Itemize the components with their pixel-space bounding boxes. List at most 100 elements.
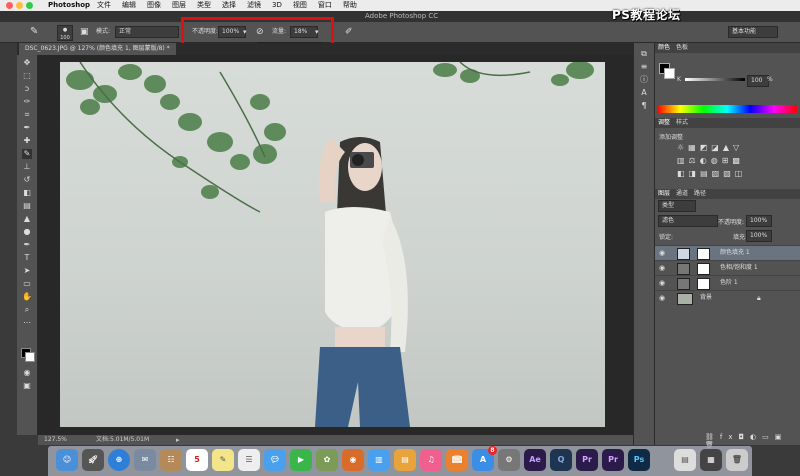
type-tool-icon[interactable]: T: [22, 253, 32, 263]
color-spectrum-bar[interactable]: [657, 105, 797, 113]
color-bg-swatch[interactable]: [664, 68, 675, 79]
mail-icon[interactable]: ✉: [134, 449, 156, 471]
layer-mask-thumbnail[interactable]: [697, 278, 710, 290]
photos-app-icon[interactable]: ✿: [316, 449, 338, 471]
quick-select-tool-icon[interactable]: ✑: [22, 97, 32, 107]
info-panel-icon[interactable]: ⓘ: [639, 75, 649, 85]
layer-opacity-input[interactable]: 100%: [746, 215, 772, 227]
after-effects-icon[interactable]: Ae: [524, 449, 546, 471]
status-menu-arrow-icon[interactable]: ▸: [176, 435, 180, 445]
tab-layers[interactable]: 图层: [658, 190, 670, 197]
downloads-stack-icon[interactable]: ▦: [700, 449, 722, 471]
character-panel-icon[interactable]: A: [639, 88, 649, 98]
zoom-tool-icon[interactable]: ⌕: [22, 305, 32, 315]
dodge-tool-icon[interactable]: ●: [22, 227, 32, 237]
itunes-icon[interactable]: ♫: [420, 449, 442, 471]
hand-tool-icon[interactable]: ✋: [22, 292, 32, 302]
document-canvas-photo[interactable]: [60, 62, 605, 427]
reminders-icon[interactable]: ☰: [238, 449, 260, 471]
adjustment-icons-row-2[interactable]: ▥⚖◐◍⊞▩: [677, 156, 744, 165]
app-menu[interactable]: Photoshop: [48, 0, 90, 11]
system-preferences-icon[interactable]: ⚙: [498, 449, 520, 471]
eraser-tool-icon[interactable]: ◧: [22, 188, 32, 198]
healing-tool-icon[interactable]: ✚: [22, 136, 32, 146]
layer-mask-thumbnail[interactable]: [697, 263, 710, 275]
menu-view[interactable]: 视图: [293, 1, 307, 9]
menu-layer[interactable]: 图层: [172, 1, 186, 9]
layer-mask-thumbnail[interactable]: [697, 248, 710, 260]
adjustment-icons-row-3[interactable]: ◧◨▤▧▨◫: [677, 169, 746, 178]
history-brush-icon[interactable]: ↺: [22, 175, 32, 185]
documents-folder-icon[interactable]: ▤: [674, 449, 696, 471]
marquee-tool-icon[interactable]: ⬚: [22, 71, 32, 81]
calendar-icon[interactable]: 5: [186, 449, 208, 471]
background-color-swatch[interactable]: [25, 352, 35, 362]
layer-row[interactable]: ◉ 色阶 1: [655, 275, 800, 290]
premiere-icon[interactable]: Pr: [576, 449, 598, 471]
lasso-tool-icon[interactable]: ↄ: [22, 84, 32, 94]
premiere-2-icon[interactable]: Pr: [602, 449, 624, 471]
brush-preset-picker[interactable]: ● 100: [57, 25, 73, 41]
brush-panel-icon[interactable]: ▣: [80, 22, 89, 42]
tab-paths[interactable]: 路径: [694, 190, 706, 197]
blend-mode-select[interactable]: 滤色: [658, 215, 718, 227]
brush-tool-icon[interactable]: ✎: [30, 22, 38, 42]
brush-tool-icon[interactable]: ✎: [22, 149, 32, 159]
workspace-select[interactable]: 基本功能: [728, 26, 778, 38]
visibility-eye-icon[interactable]: ◉: [659, 261, 665, 275]
safari-icon[interactable]: ⊕: [108, 449, 130, 471]
properties-panel-icon[interactable]: ≡: [639, 62, 649, 72]
numbers-icon[interactable]: ▥: [368, 449, 390, 471]
finder-icon[interactable]: ☺: [56, 449, 78, 471]
zoom-window-button[interactable]: [26, 2, 33, 9]
menu-help[interactable]: 帮助: [343, 1, 357, 9]
menu-select[interactable]: 选择: [222, 1, 236, 9]
document-tab[interactable]: DSC_0623.JPG @ 127% (颜色填充 1, 图层蒙版/8) *: [19, 43, 176, 55]
layer-row[interactable]: ◉ 色相/饱和度 1: [655, 260, 800, 275]
tab-swatches[interactable]: 色板: [676, 44, 688, 51]
menu-window[interactable]: 窗口: [318, 1, 332, 9]
trash-icon[interactable]: 🗑︎: [726, 449, 748, 471]
visibility-eye-icon[interactable]: ◉: [659, 246, 665, 260]
facetime-icon[interactable]: ▶: [290, 449, 312, 471]
k-slider[interactable]: [685, 78, 745, 81]
document-size[interactable]: 文档:5.01M/5.01M: [96, 435, 149, 445]
airbrush-icon[interactable]: ✐: [345, 22, 353, 42]
edit-toolbar-icon[interactable]: ⋯: [22, 318, 32, 328]
gradient-tool-icon[interactable]: ▤: [22, 201, 32, 211]
tab-color[interactable]: 颜色: [658, 44, 670, 51]
menu-file[interactable]: 文件: [97, 1, 111, 9]
move-tool-icon[interactable]: ✥: [22, 58, 32, 68]
pen-tool-icon[interactable]: ✒: [22, 240, 32, 250]
launchpad-icon[interactable]: 🚀︎: [82, 449, 104, 471]
ibooks-icon[interactable]: 📖︎: [446, 449, 468, 471]
stamp-tool-icon[interactable]: ⊥: [22, 162, 32, 172]
k-value-input[interactable]: 100: [747, 75, 769, 87]
contacts-icon[interactable]: ☷: [160, 449, 182, 471]
quicktime-icon[interactable]: Q: [550, 449, 572, 471]
adjustment-icons-row-1[interactable]: ☼▦◩◪▲▽: [677, 143, 743, 152]
history-panel-icon[interactable]: ⧉: [639, 49, 649, 59]
layer-filter-select[interactable]: 类型: [658, 200, 696, 212]
mode-select[interactable]: 正常: [115, 26, 179, 38]
visibility-eye-icon[interactable]: ◉: [659, 276, 665, 290]
fill-input[interactable]: 100%: [746, 230, 772, 242]
eyedropper-tool-icon[interactable]: ✒: [22, 123, 32, 133]
paragraph-panel-icon[interactable]: ¶: [639, 101, 649, 111]
messages-icon[interactable]: 💬︎: [264, 449, 286, 471]
menu-type[interactable]: 类型: [197, 1, 211, 9]
photoshop-icon[interactable]: Ps: [628, 449, 650, 471]
quick-mask-icon[interactable]: ◉: [22, 368, 32, 378]
path-select-tool-icon[interactable]: ➤: [22, 266, 32, 276]
menu-image[interactable]: 图像: [147, 1, 161, 9]
tab-styles[interactable]: 样式: [676, 119, 688, 126]
layer-row[interactable]: ◉ 背景 🔒︎: [655, 290, 800, 305]
tab-channels[interactable]: 通道: [676, 190, 688, 197]
screen-mode-icon[interactable]: ▣: [22, 381, 32, 391]
layer-row[interactable]: ◉ 颜色填充 1: [655, 245, 800, 260]
notes-icon[interactable]: ✎: [212, 449, 234, 471]
blur-tool-icon[interactable]: ▲: [22, 214, 32, 224]
keynote-icon[interactable]: ▤: [394, 449, 416, 471]
tab-adjustments[interactable]: 调整: [658, 119, 670, 126]
menu-filter[interactable]: 滤镜: [247, 1, 261, 9]
